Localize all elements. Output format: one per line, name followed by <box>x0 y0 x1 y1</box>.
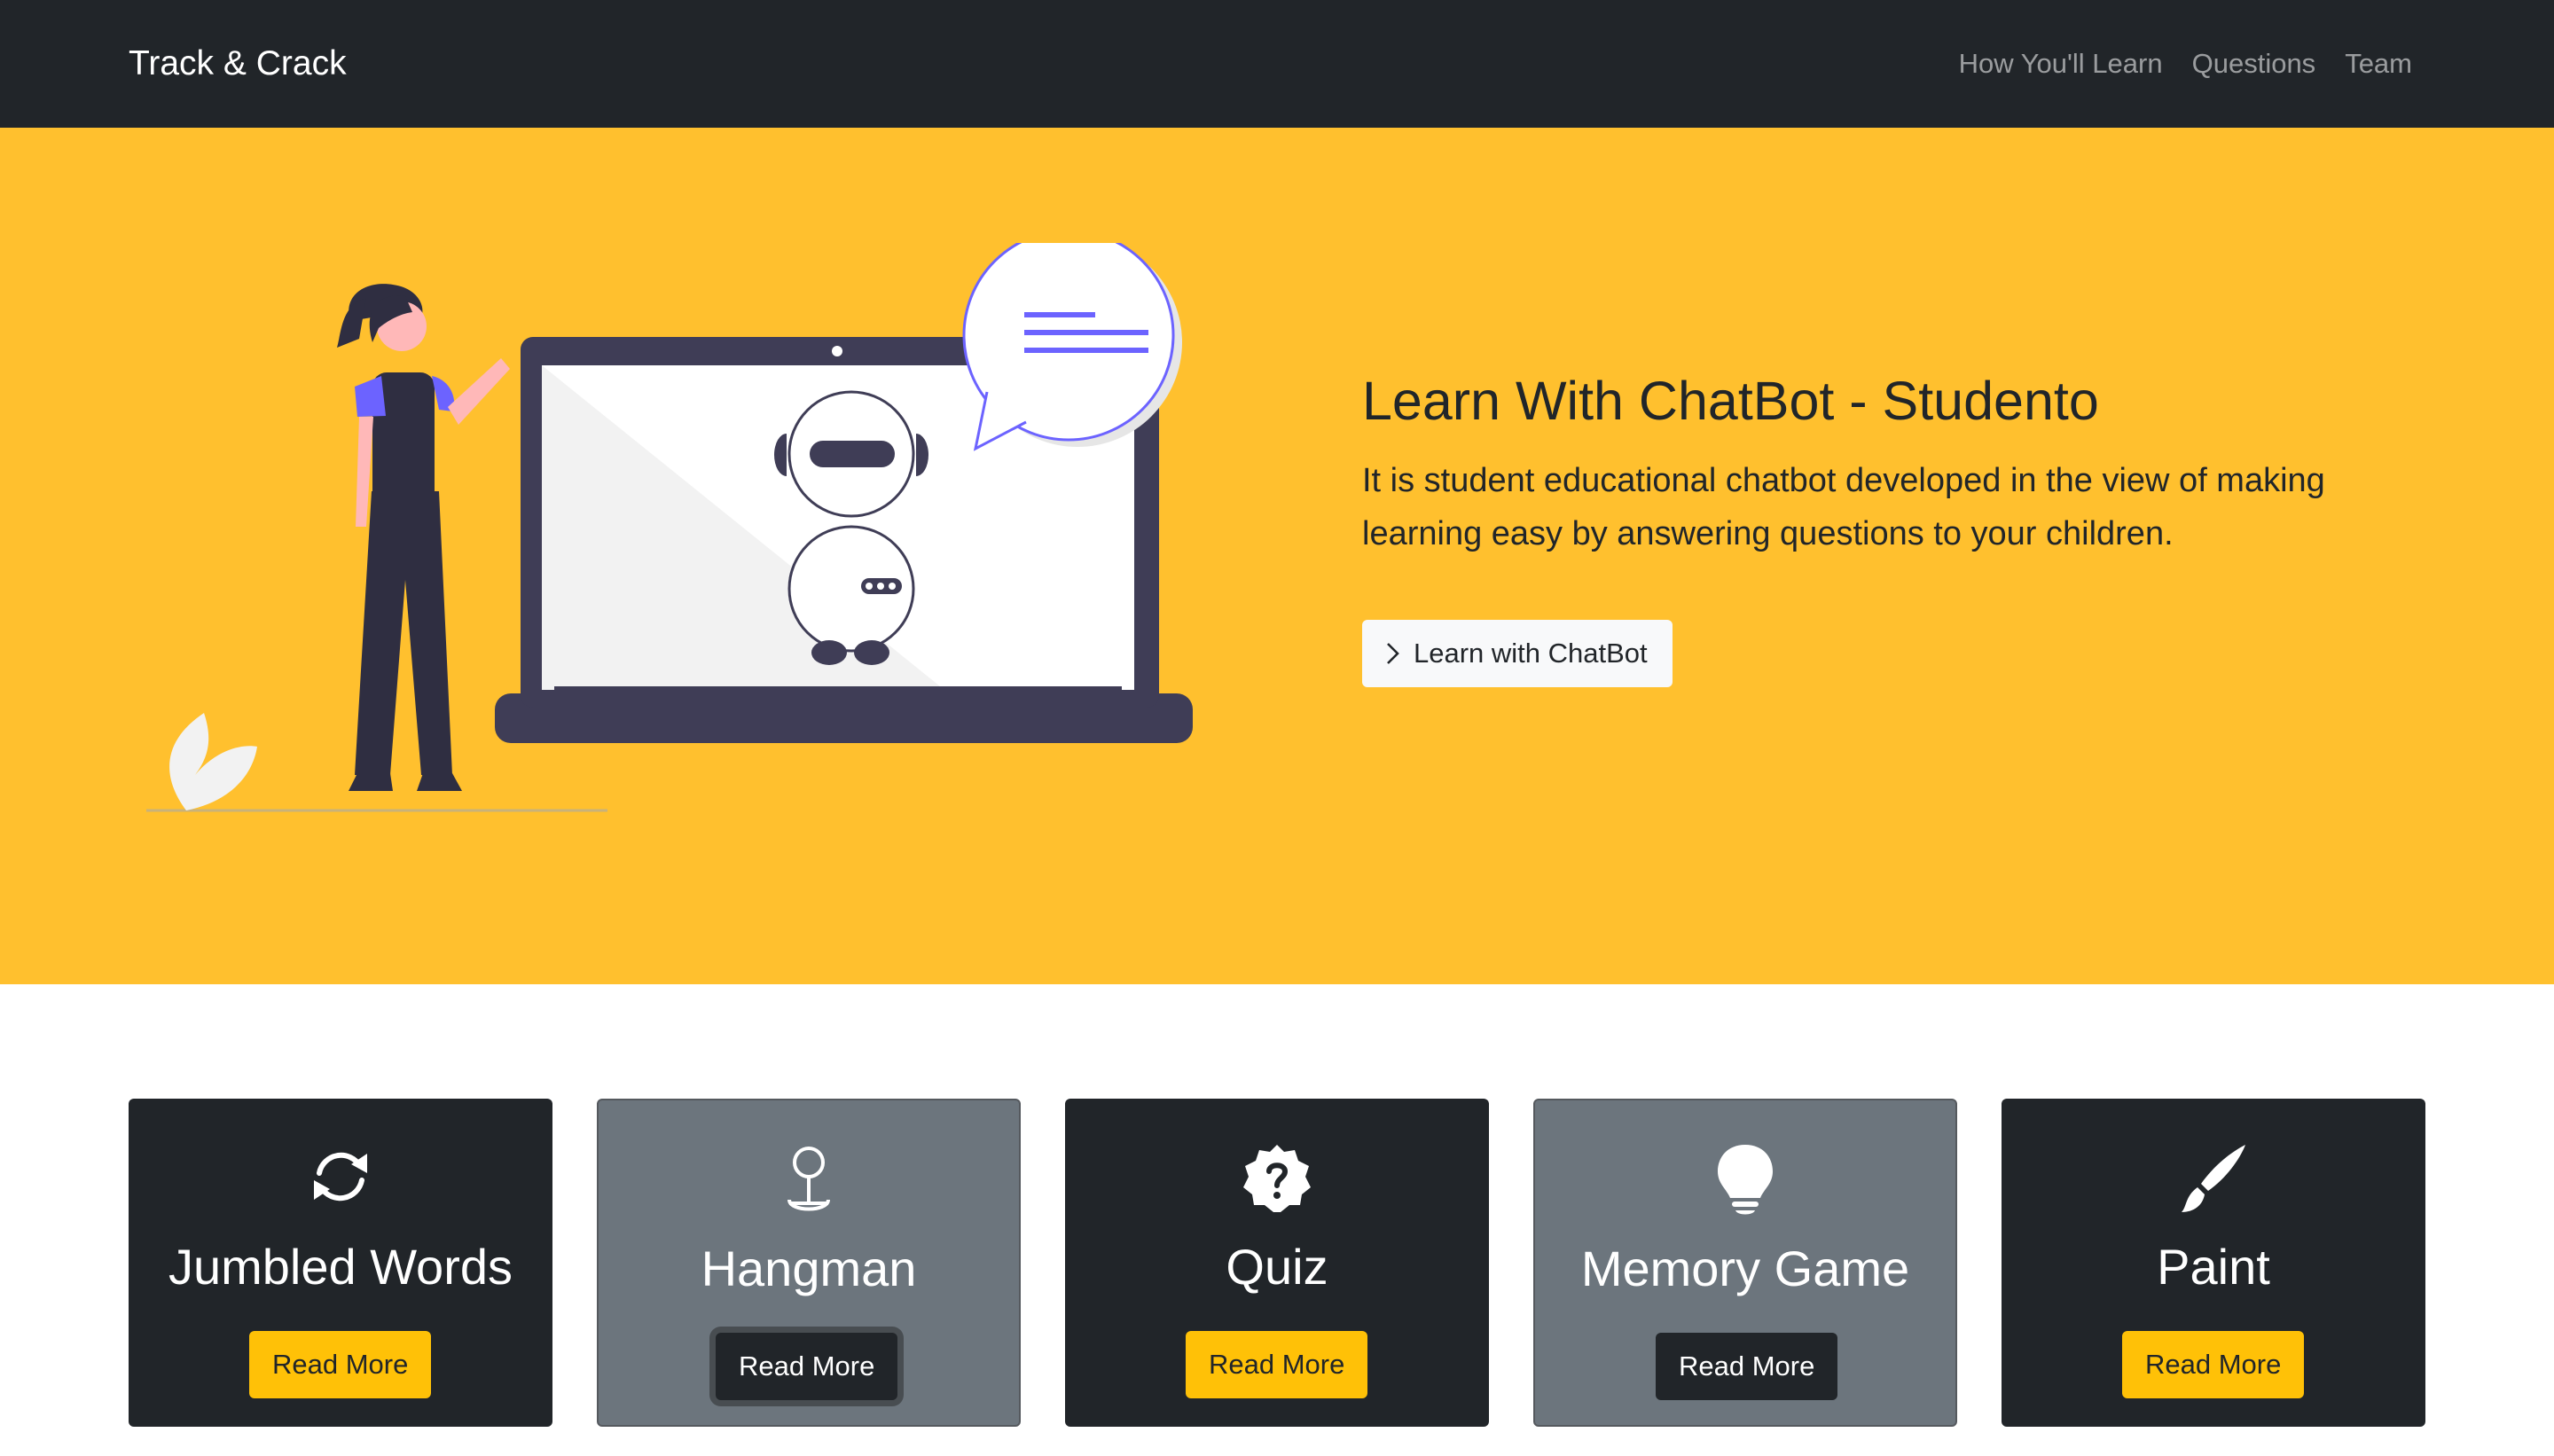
card-title: Quiz <box>1226 1239 1328 1295</box>
refresh-icon <box>314 1152 367 1202</box>
learn-with-chatbot-button[interactable]: Learn with ChatBot <box>1362 620 1673 687</box>
card-title: Paint <box>2157 1239 2270 1295</box>
person-figure <box>337 284 510 791</box>
nav-links: How You'll Learn Questions Team <box>1930 43 2412 85</box>
question-badge-icon <box>1243 1145 1311 1212</box>
read-more-button-hangman[interactable]: Read More <box>716 1333 898 1400</box>
read-more-button-memory-game[interactable]: Read More <box>1656 1333 1838 1400</box>
hero-section: Learn With ChatBot - Studento It is stud… <box>0 128 2554 984</box>
brush-icon <box>2182 1145 2245 1212</box>
card-hangman: Hangman Read More <box>597 1099 1021 1427</box>
card-quiz: Quiz Read More <box>1065 1099 1489 1427</box>
nav-link-questions[interactable]: Questions <box>2192 43 2316 85</box>
pin-icon <box>787 1147 830 1211</box>
card-paint: Paint Read More <box>2002 1099 2425 1427</box>
leaf-decoration <box>169 713 257 810</box>
read-more-button-paint[interactable]: Read More <box>2122 1331 2305 1398</box>
card-title: Hangman <box>701 1241 917 1296</box>
nav-link-how-youll-learn[interactable]: How You'll Learn <box>1959 43 2163 85</box>
chatbot-laptop-illustration <box>146 243 1193 812</box>
hero-description: It is student educational chatbot develo… <box>1362 462 2325 552</box>
card-title: Jumbled Words <box>168 1239 513 1295</box>
top-navbar: Track & Crack How You'll Learn Questions… <box>0 0 2554 128</box>
card-title: Memory Game <box>1580 1241 1910 1296</box>
speech-bubble <box>962 243 1182 451</box>
card-memory-game: Memory Game Read More <box>1533 1099 1957 1427</box>
hero-title: Learn With ChatBot - Studento <box>1362 371 2099 431</box>
brand-logo-text[interactable]: Track & Crack <box>129 39 347 89</box>
screen-bottom-ticks <box>554 686 1122 692</box>
read-more-button-quiz[interactable]: Read More <box>1186 1331 1368 1398</box>
read-more-button-jumbled-words[interactable]: Read More <box>249 1331 432 1398</box>
webcam-dot <box>832 346 842 356</box>
learn-with-chatbot-label: Learn with ChatBot <box>1414 638 1648 669</box>
chevron-right-icon <box>1387 643 1399 664</box>
card-jumbled-words: Jumbled Words Read More <box>129 1099 552 1427</box>
lightbulb-icon <box>1718 1145 1773 1215</box>
nav-link-team[interactable]: Team <box>2345 43 2412 85</box>
